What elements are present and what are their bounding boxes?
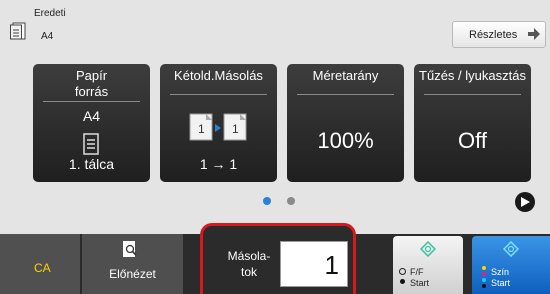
copies-label: Másola- tok bbox=[227, 249, 271, 279]
tile-scale[interactable]: Méretarány 100% bbox=[287, 64, 404, 182]
tile-staple-punch[interactable]: Tűzés / lyukasztás Off bbox=[414, 64, 531, 182]
divider bbox=[297, 94, 394, 95]
black-dot-icon bbox=[482, 284, 486, 288]
details-label: Részletes bbox=[469, 29, 518, 41]
copies-control: Másola- tok 1 bbox=[200, 223, 356, 294]
details-button[interactable]: Részletes bbox=[452, 21, 546, 48]
bw-start-button[interactable]: F/F Start bbox=[393, 236, 463, 294]
yellow-dot-icon bbox=[482, 266, 486, 270]
tile-title: Tűzés / lyukasztás bbox=[419, 68, 526, 83]
original-label: Eredeti bbox=[34, 8, 66, 19]
ca-label: CA bbox=[34, 261, 51, 275]
ca-button[interactable]: CA bbox=[0, 234, 80, 294]
staple-punch-value: Off bbox=[458, 128, 487, 153]
start-icon bbox=[420, 241, 436, 257]
divider bbox=[170, 94, 267, 95]
copies-input[interactable]: 1 bbox=[280, 241, 348, 287]
original-document-icon[interactable] bbox=[10, 22, 26, 40]
duplex-mode-value: 1 → 1 bbox=[199, 156, 238, 172]
page-indicator-active[interactable] bbox=[263, 197, 271, 205]
color-start-button[interactable]: Szín Start bbox=[472, 236, 550, 294]
top-bar: Eredeti A4 Részletes bbox=[0, 0, 550, 56]
svg-text:1: 1 bbox=[232, 122, 239, 136]
duplex-copy-icon: 1 1 bbox=[189, 113, 247, 141]
page-indicator-inactive[interactable] bbox=[287, 197, 295, 205]
svg-text:1: 1 bbox=[198, 122, 205, 136]
cyan-dot-icon bbox=[482, 278, 486, 282]
mode-dot-icon bbox=[399, 268, 406, 275]
bw-start-line2: Start bbox=[410, 278, 430, 288]
original-size: A4 bbox=[41, 31, 54, 42]
paper-size-value: A4 bbox=[82, 108, 101, 124]
tile-duplex-copy[interactable]: Kétold.Másolás 1 1 1 → 1 bbox=[160, 64, 277, 182]
divider bbox=[424, 94, 521, 95]
paper-tray-icon bbox=[83, 133, 99, 155]
arrow-right-icon bbox=[528, 28, 540, 40]
tile-paper-source[interactable]: Papír forrás A4 1. tálca bbox=[33, 64, 150, 182]
tray-value: 1. tálca bbox=[68, 156, 115, 172]
scale-value: 100% bbox=[317, 128, 374, 153]
mode-dot-icon bbox=[400, 279, 405, 284]
tile-title: Méretarány bbox=[312, 68, 379, 83]
bw-start-line1: F/F bbox=[410, 267, 424, 277]
preview-button[interactable]: Előnézet bbox=[82, 234, 183, 294]
play-icon bbox=[521, 197, 530, 207]
magenta-dot-icon bbox=[482, 272, 486, 276]
preview-icon bbox=[123, 241, 137, 257]
tile-title: Kétold.Másolás bbox=[174, 68, 263, 83]
color-start-line1: Szín bbox=[491, 267, 510, 277]
next-page-button[interactable] bbox=[515, 192, 535, 212]
color-start-line2: Start bbox=[491, 278, 511, 288]
preview-label: Előnézet bbox=[109, 267, 156, 281]
start-icon bbox=[503, 241, 519, 257]
divider bbox=[43, 101, 140, 102]
tile-title: Papír forrás bbox=[74, 68, 109, 99]
